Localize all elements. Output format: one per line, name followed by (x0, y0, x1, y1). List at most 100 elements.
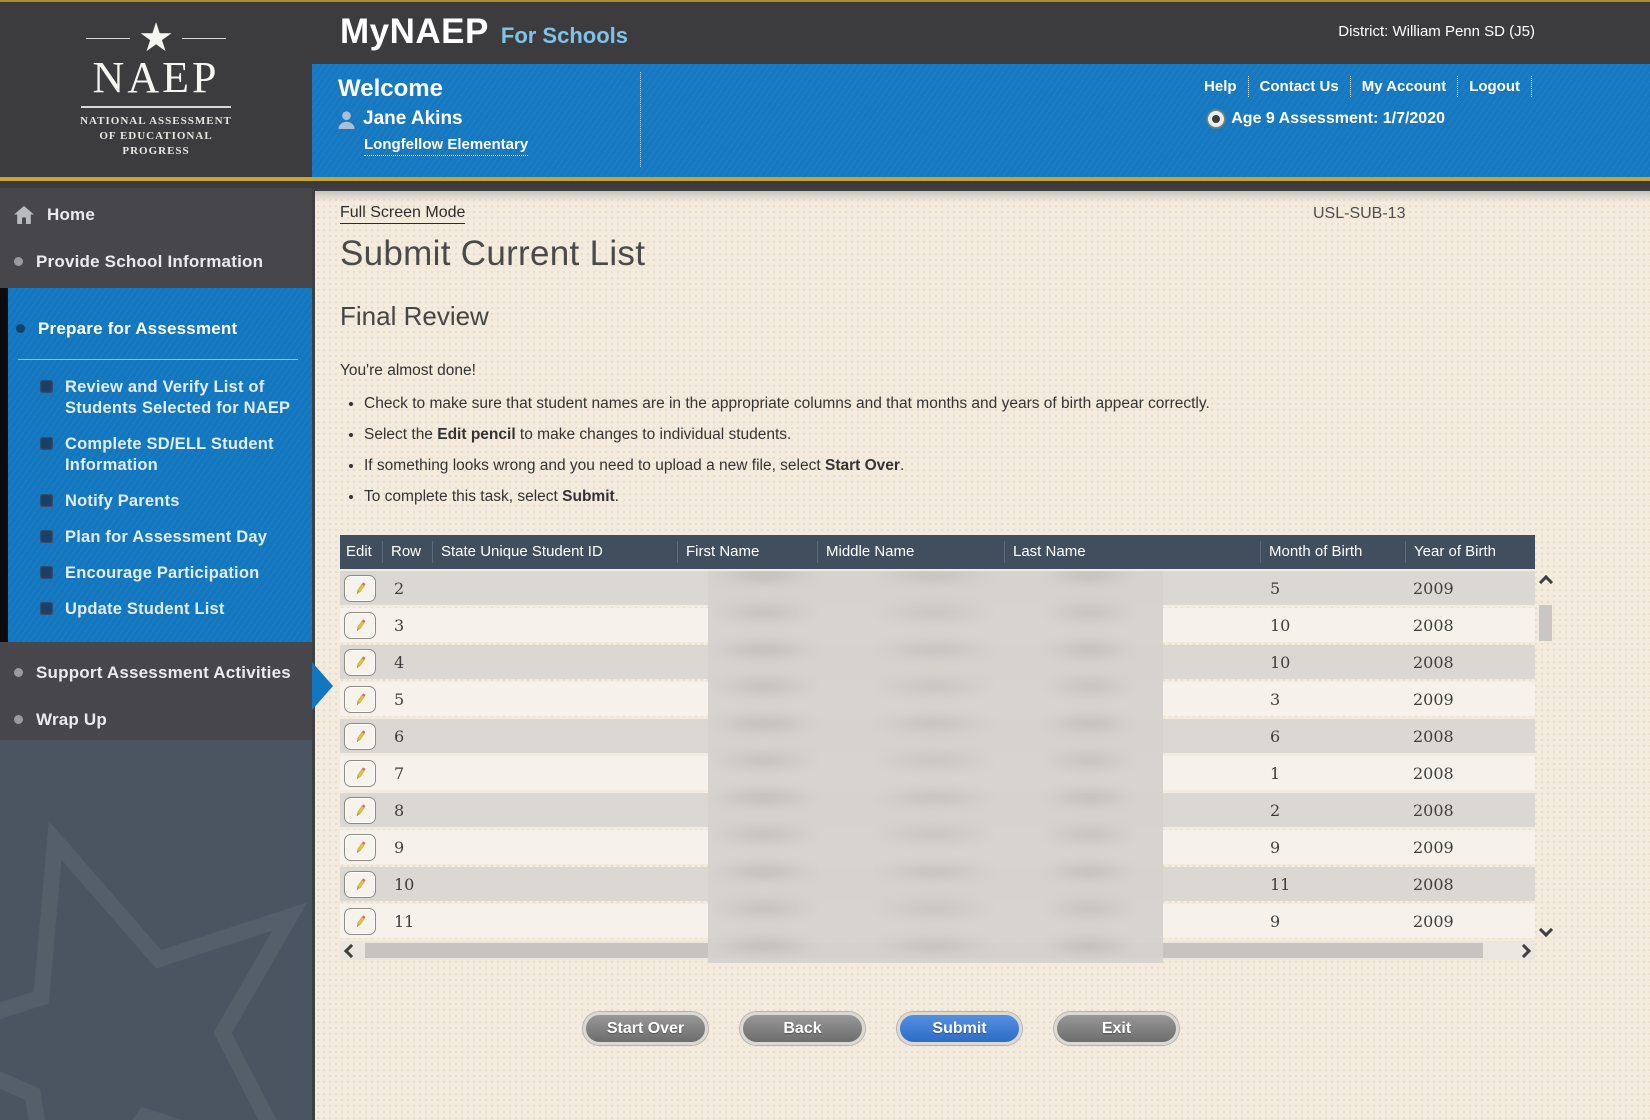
intro-text: You're almost done! (340, 362, 1650, 380)
edit-row-button[interactable] (344, 760, 376, 787)
sidebar-item-notify-parents[interactable]: Notify Parents (8, 476, 312, 512)
blurred-names-region (708, 571, 1163, 963)
row-number-cell: 8 (382, 801, 432, 820)
instruction-item: Check to make sure that student names ar… (364, 392, 1364, 415)
sidebar-item-plan-for-assessment-day[interactable]: Plan for Assessment Day (8, 512, 312, 548)
naep-logo: ★ NAEP NATIONAL ASSESSMENT OF EDUCATIONA… (41, 18, 271, 159)
year-of-birth-cell: 2009 (1405, 912, 1535, 931)
row-number-cell: 9 (382, 838, 432, 857)
naep-logo-panel: ★ NAEP NATIONAL ASSESSMENT OF EDUCATIONA… (0, 2, 312, 181)
row-number-cell: 11 (382, 912, 432, 931)
bullet-icon (16, 324, 25, 333)
welcome-user-row: Jane Akins (338, 108, 528, 130)
edit-row-button[interactable] (344, 686, 376, 713)
edit-cell (340, 575, 382, 602)
sidebar-item-wrap-up[interactable]: Wrap Up (0, 693, 312, 740)
column-header-state-id: State Unique Student ID (432, 541, 677, 563)
square-icon (40, 380, 53, 393)
edit-row-button[interactable] (344, 871, 376, 898)
year-of-birth-cell: 2008 (1405, 801, 1535, 820)
start-over-button[interactable]: Start Over (583, 1012, 708, 1045)
edit-cell (340, 760, 382, 787)
column-header-last-name: Last Name (1004, 541, 1260, 563)
sidebar-item-label: Notify Parents (65, 491, 180, 512)
logo-right-bar (182, 38, 226, 39)
edit-pencil-icon (353, 729, 368, 744)
column-header-first-name: First Name (677, 541, 817, 563)
edit-row-button[interactable] (344, 612, 376, 639)
full-screen-mode-link[interactable]: Full Screen Mode (340, 204, 465, 224)
year-of-birth-cell: 2008 (1405, 727, 1535, 746)
sidebar-item-support-assessment-activities[interactable]: Support Assessment Activities (0, 646, 312, 693)
sidebar-item-provide-school-information[interactable]: Provide School Information (0, 235, 312, 282)
scroll-down-icon[interactable] (1539, 923, 1553, 937)
edit-row-button[interactable] (344, 908, 376, 935)
vertical-scroll-thumb[interactable] (1539, 605, 1552, 641)
row-number-cell: 2 (382, 579, 432, 598)
bullet-icon (14, 257, 23, 266)
edit-cell (340, 908, 382, 935)
sidebar-nav: Home Provide School Information Prepare … (0, 188, 312, 1120)
edit-cell (340, 871, 382, 898)
sidebar-item-label: Review and Verify List of Students Selec… (65, 377, 304, 419)
square-icon (40, 530, 53, 543)
edit-cell (340, 612, 382, 639)
year-of-birth-cell: 2009 (1405, 838, 1535, 857)
edit-pencil-icon (353, 618, 368, 633)
sidebar-item-review-verify-list[interactable]: Review and Verify List of Students Selec… (8, 362, 312, 419)
square-icon (40, 494, 53, 507)
sidebar-item-update-student-list[interactable]: Update Student List (8, 584, 312, 620)
month-of-birth-cell: 1 (1260, 764, 1405, 783)
square-icon (40, 437, 53, 450)
column-header-year-of-birth: Year of Birth (1405, 541, 1535, 563)
edit-cell (340, 723, 382, 750)
edit-row-button[interactable] (344, 723, 376, 750)
sidebar-item-label: Wrap Up (36, 709, 107, 730)
scroll-right-icon[interactable] (1517, 943, 1531, 957)
scroll-up-icon[interactable] (1539, 575, 1553, 589)
edit-row-button[interactable] (344, 834, 376, 861)
sidebar-bottom-items: Support Assessment Activities Wrap Up (0, 642, 312, 740)
month-of-birth-cell: 5 (1260, 579, 1405, 598)
brand-suffix: For Schools (501, 23, 628, 49)
logout-link[interactable]: Logout (1458, 76, 1532, 97)
edit-pencil-icon (353, 840, 368, 855)
square-icon (40, 566, 53, 579)
edit-pencil-icon (353, 655, 368, 670)
contact-us-link[interactable]: Contact Us (1249, 76, 1351, 97)
year-of-birth-cell: 2009 (1405, 579, 1535, 598)
sidebar-item-label: Update Student List (65, 599, 225, 620)
vertical-scrollbar[interactable] (1538, 571, 1554, 939)
month-of-birth-cell: 11 (1260, 875, 1405, 894)
submit-button[interactable]: Submit (897, 1012, 1022, 1045)
my-account-link[interactable]: My Account (1351, 76, 1458, 97)
edit-cell (340, 797, 382, 824)
home-icon (14, 206, 34, 224)
welcome-divider (640, 72, 641, 167)
sidebar-item-encourage-participation[interactable]: Encourage Participation (8, 548, 312, 584)
edit-row-button[interactable] (344, 575, 376, 602)
row-number-cell: 7 (382, 764, 432, 783)
sidebar-item-label: Home (47, 204, 95, 225)
sidebar-item-home[interactable]: Home (0, 188, 312, 235)
year-of-birth-cell: 2009 (1405, 690, 1535, 709)
year-of-birth-cell: 2008 (1405, 616, 1535, 635)
month-of-birth-cell: 3 (1260, 690, 1405, 709)
logo-line2: OF EDUCATIONAL (41, 129, 271, 144)
scroll-left-icon[interactable] (344, 943, 358, 957)
month-of-birth-cell: 10 (1260, 616, 1405, 635)
sidebar-item-label: Complete SD/ELL Student Information (65, 434, 304, 476)
edit-row-button[interactable] (344, 649, 376, 676)
back-button[interactable]: Back (740, 1012, 865, 1045)
sidebar-item-complete-sdell-info[interactable]: Complete SD/ELL Student Information (8, 419, 312, 476)
edit-pencil-icon (353, 692, 368, 707)
sidebar-item-prepare-for-assessment[interactable]: Prepare for Assessment (8, 302, 312, 349)
school-link[interactable]: Longfellow Elementary (364, 136, 528, 156)
column-header-middle-name: Middle Name (817, 541, 1004, 563)
edit-pencil-icon (353, 766, 368, 781)
edit-row-button[interactable] (344, 797, 376, 824)
star-icon: ★ (138, 18, 174, 58)
exit-button[interactable]: Exit (1054, 1012, 1179, 1045)
help-link[interactable]: Help (1193, 76, 1249, 97)
edit-pencil-icon (353, 914, 368, 929)
